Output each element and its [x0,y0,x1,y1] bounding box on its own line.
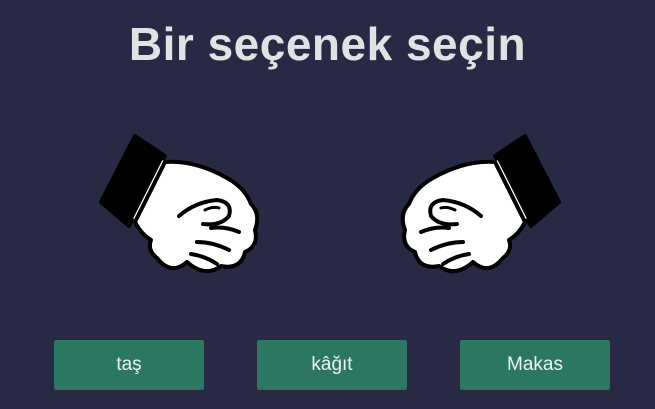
fist-icon [99,134,260,274]
computer-hand [395,130,565,280]
fist-icon [400,134,561,274]
paper-button[interactable]: kâğıt [257,340,407,390]
choice-buttons: taş kâğıt Makas [0,340,655,390]
player-hand [95,130,265,280]
page-title: Bir seçenek seçin [128,18,527,70]
rock-button[interactable]: taş [54,340,204,390]
scissors-button[interactable]: Makas [460,340,610,390]
